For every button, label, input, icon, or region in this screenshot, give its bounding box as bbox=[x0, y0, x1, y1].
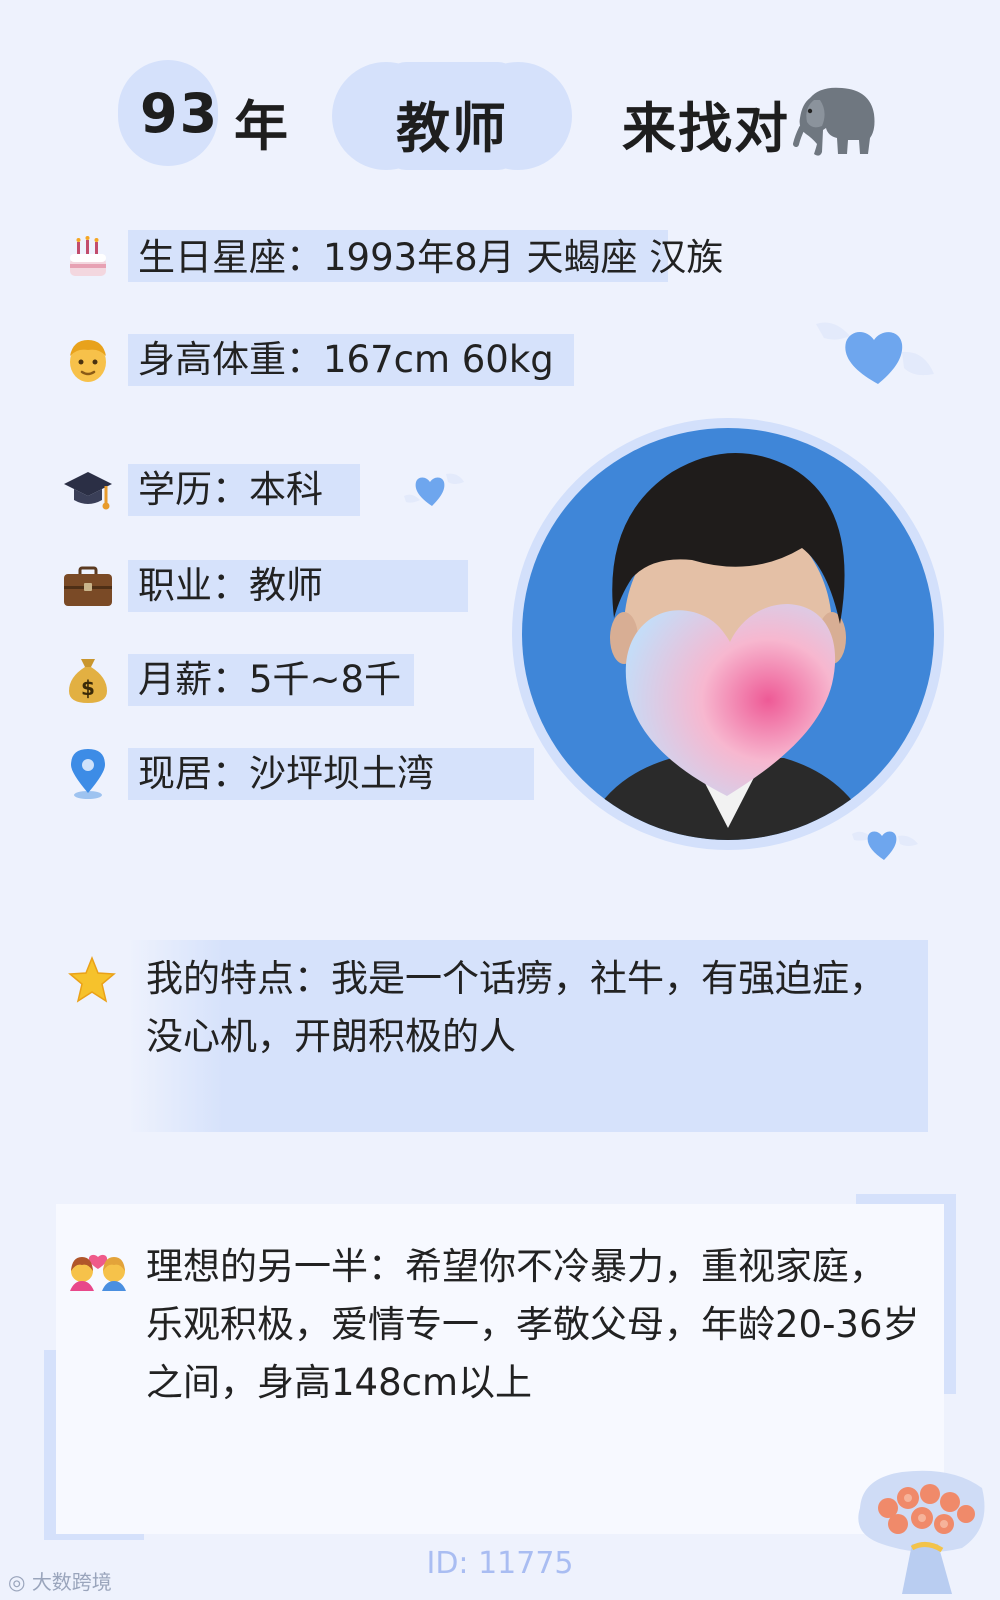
salary-text: 月薪：5千~8千 bbox=[138, 658, 402, 701]
watermark: ◎ 大数跨境 bbox=[8, 1570, 112, 1594]
small-heart-icon bbox=[852, 831, 918, 860]
frame-corner-top bbox=[942, 1194, 956, 1394]
avatar bbox=[522, 428, 934, 840]
header-tagline: 来找对 bbox=[622, 97, 790, 160]
watermark-logo-icon: ◎ bbox=[8, 1570, 26, 1594]
job-text: 职业：教师 bbox=[138, 564, 323, 607]
age-number: 93 bbox=[140, 82, 220, 145]
graduation-cap-icon bbox=[62, 464, 114, 516]
star-icon bbox=[66, 954, 118, 1006]
header-job: 教师 bbox=[396, 97, 508, 160]
birthday-text: 生日星座：1993年8月 天蝎座 汉族 bbox=[138, 236, 724, 279]
svg-text:$: $ bbox=[81, 676, 95, 700]
body-text: 身高体重：167cm 60kg bbox=[138, 338, 554, 381]
residence-text: 现居：沙坪坝土湾 bbox=[138, 752, 434, 795]
small-heart-icon bbox=[404, 473, 464, 506]
winged-heart-icon bbox=[816, 322, 934, 384]
man-face-icon bbox=[62, 334, 114, 386]
ideal-line-3: 之间，身高148cm以上 bbox=[146, 1361, 533, 1404]
ideal-line-1: 理想的另一半：希望你不冷暴力，重视家庭， bbox=[146, 1245, 886, 1288]
age-suffix: 年 bbox=[234, 95, 290, 158]
traits-line-1: 我的特点：我是一个话痨，社牛，有强迫症， bbox=[146, 957, 886, 1000]
traits-line-2: 没心机，开朗积极的人 bbox=[146, 1015, 516, 1058]
couple-heart-icon bbox=[68, 1240, 128, 1292]
cake-icon bbox=[62, 232, 114, 284]
location-pin-icon bbox=[62, 748, 114, 800]
money-bag-icon: $ bbox=[62, 654, 114, 706]
elephant-icon bbox=[793, 87, 875, 156]
briefcase-icon bbox=[62, 560, 114, 612]
profile-id: ID: 11775 bbox=[426, 1546, 574, 1581]
ideal-line-2: 乐观积极，爱情专一，孝敬父母，年龄20-36岁 bbox=[146, 1303, 920, 1346]
education-text: 学历：本科 bbox=[138, 468, 323, 511]
